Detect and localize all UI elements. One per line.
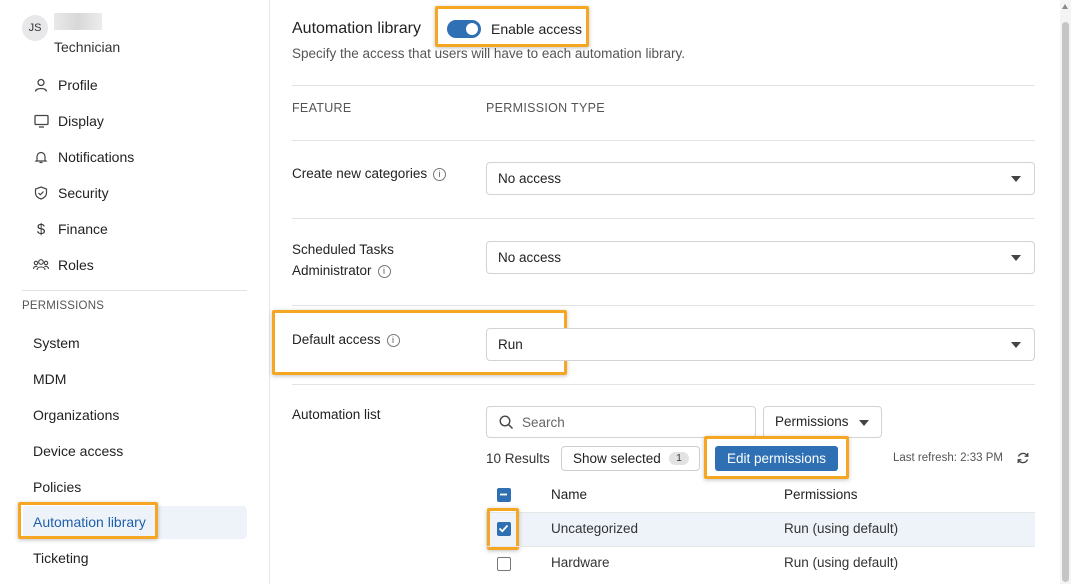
sidebar-item-device-access[interactable]: Device access (33, 443, 123, 459)
scheduled-tasks-admin-select[interactable]: No access (486, 241, 1035, 274)
column-header-permissions[interactable]: Permissions (784, 487, 858, 502)
sidebar-item-automation-library[interactable]: Automation library (23, 506, 247, 539)
sidebar-item-label: Display (58, 113, 104, 129)
sidebar-item-display[interactable]: Display (33, 113, 104, 129)
enable-access-toggle[interactable] (447, 20, 481, 38)
chevron-down-icon (1011, 342, 1021, 348)
show-selected-button[interactable]: Show selected 1 (561, 446, 700, 471)
divider (292, 218, 1035, 219)
user-role: Technician (54, 39, 121, 55)
sidebar-item-notifications[interactable]: Notifications (33, 149, 134, 165)
chevron-down-icon (859, 420, 869, 426)
scrollbar[interactable] (1060, 0, 1071, 584)
feature-label: Default access (292, 332, 381, 347)
row-name: Uncategorized (551, 521, 639, 536)
person-icon (33, 77, 49, 93)
users-icon (33, 257, 49, 273)
sidebar-item-roles[interactable]: Roles (33, 257, 94, 273)
row-permission: Run (using default) (784, 521, 899, 536)
selected-count-badge: 1 (669, 452, 689, 465)
sidebar: JS Technician Profile Display Notificati… (0, 0, 270, 584)
default-access-select[interactable]: Run (486, 328, 1035, 361)
show-selected-label: Show selected (573, 451, 661, 466)
sidebar-divider (22, 290, 247, 291)
info-icon[interactable]: i (377, 264, 391, 278)
sidebar-item-label: Security (58, 185, 109, 201)
bell-icon (33, 149, 49, 165)
permissions-filter-dropdown[interactable]: Permissions (763, 406, 882, 438)
divider (292, 85, 1035, 86)
sidebar-item-label: Notifications (58, 149, 135, 165)
sidebar-item-policies[interactable]: Policies (33, 479, 81, 495)
feature-create-new-categories: Create new categories i (292, 163, 447, 184)
column-header-name[interactable]: Name (551, 487, 587, 502)
chevron-down-icon (1011, 255, 1021, 261)
sidebar-item-label: Profile (58, 77, 98, 93)
feature-label: Create new categories (292, 166, 428, 181)
enable-access-label: Enable access (491, 21, 583, 37)
scroll-up-arrow-icon[interactable] (1062, 4, 1068, 9)
sidebar-item-system[interactable]: System (33, 335, 80, 351)
search-box[interactable] (486, 406, 756, 438)
sidebar-item-profile[interactable]: Profile (33, 77, 98, 93)
results-count: 10 Results (486, 451, 550, 466)
sidebar-item-label: Finance (58, 221, 108, 237)
column-header-feature: FEATURE (292, 101, 352, 115)
dollar-icon: $ (36, 220, 46, 238)
row-checkbox[interactable] (497, 557, 511, 571)
info-icon[interactable]: i (386, 333, 400, 347)
page-title: Automation library (292, 20, 421, 37)
search-input[interactable] (522, 407, 747, 437)
toggle-knob (466, 23, 478, 35)
table-row[interactable]: Uncategorized Run (using default) (486, 512, 1035, 546)
app-window: JS Technician Profile Display Notificati… (0, 0, 1071, 584)
divider (292, 305, 1035, 306)
user-name-redacted (54, 13, 102, 30)
select-value: Run (498, 337, 523, 352)
refresh-icon[interactable] (1016, 451, 1030, 470)
shield-icon (33, 185, 49, 201)
search-icon (499, 415, 514, 435)
table-row[interactable]: Hardware Run (using default) (486, 546, 1035, 580)
select-value: No access (498, 171, 562, 186)
edit-permissions-button[interactable]: Edit permissions (715, 446, 838, 471)
dropdown-value: Permissions (775, 414, 849, 429)
select-all-checkbox[interactable] (497, 488, 511, 502)
feature-default-access: Default access i (292, 329, 400, 350)
permissions-header: PERMISSIONS (22, 300, 105, 312)
main-panel: Automation library Enable access Specify… (270, 0, 1060, 584)
scroll-thumb[interactable] (1062, 22, 1069, 582)
row-name: Hardware (551, 555, 610, 570)
sidebar-item-mdm[interactable]: MDM (33, 371, 66, 387)
automation-list-label: Automation list (292, 407, 381, 422)
feature-label-line1: Scheduled Tasks (292, 242, 394, 257)
divider (292, 384, 1035, 385)
select-value: No access (498, 250, 562, 265)
sidebar-item-security[interactable]: Security (33, 185, 109, 201)
divider (292, 140, 1035, 141)
last-refresh-text: Last refresh: 2:33 PM (893, 452, 1003, 464)
sidebar-item-organizations[interactable]: Organizations (33, 407, 119, 423)
avatar[interactable]: JS (22, 15, 48, 41)
chevron-down-icon (1011, 176, 1021, 182)
monitor-icon (33, 113, 49, 129)
info-icon[interactable]: i (433, 167, 447, 181)
row-permission: Run (using default) (784, 555, 899, 570)
sidebar-item-ticketing[interactable]: Ticketing (33, 550, 89, 566)
feature-label-line2: Administrator (292, 263, 372, 278)
sidebar-item-label: Roles (58, 257, 94, 273)
create-new-categories-select[interactable]: No access (486, 162, 1035, 195)
row-checkbox[interactable] (497, 522, 511, 536)
sidebar-item-finance[interactable]: $ Finance (33, 220, 108, 238)
page-subtitle: Specify the access that users will have … (292, 46, 685, 61)
feature-scheduled-tasks-administrator: Scheduled Tasks Administrator i (292, 239, 394, 281)
column-header-permission-type: PERMISSION TYPE (486, 101, 605, 115)
